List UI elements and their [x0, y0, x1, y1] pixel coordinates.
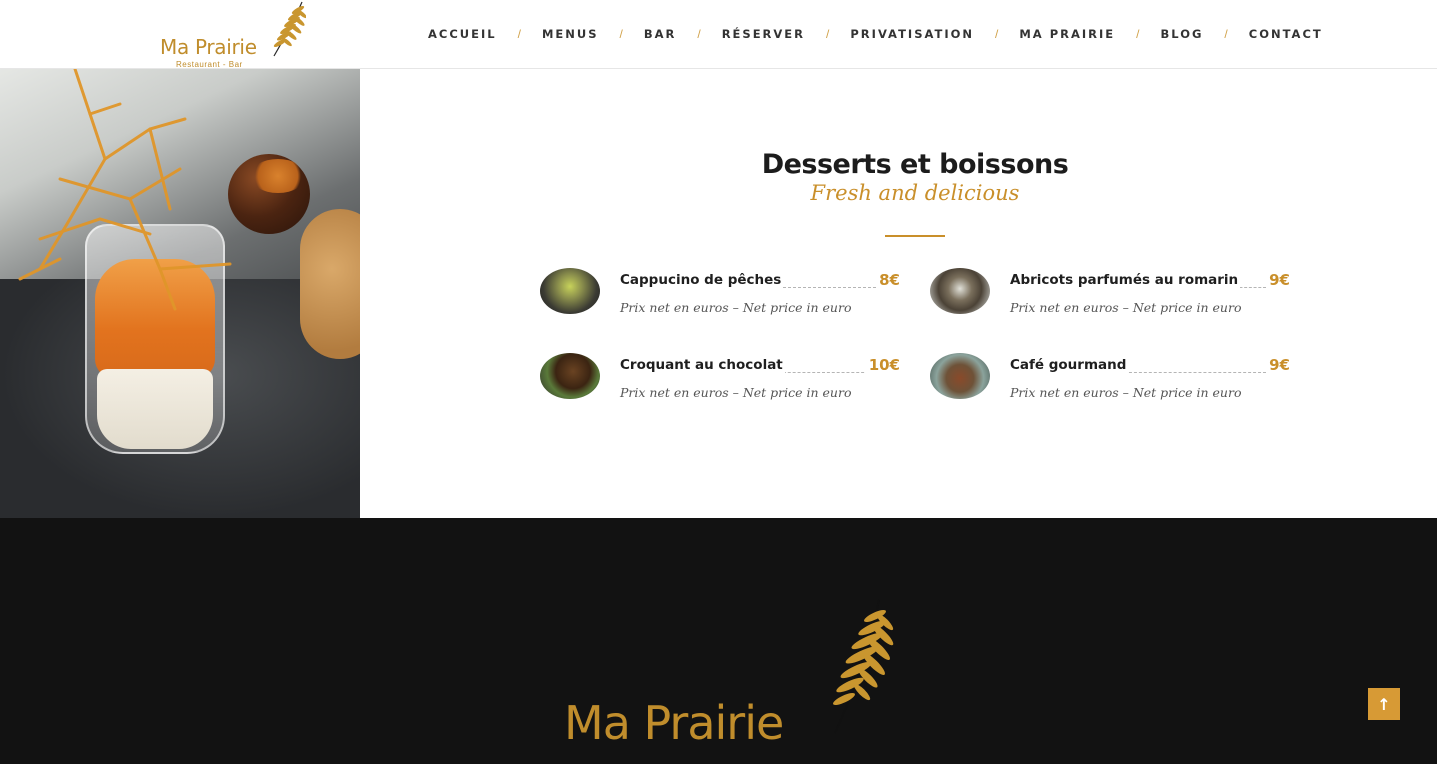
menu-item-name: Café gourmand: [1010, 357, 1129, 373]
menu-item-thumbnail: [540, 268, 600, 314]
nav-item-menus[interactable]: MENUS: [542, 27, 599, 41]
nav-item-blog[interactable]: BLOG: [1161, 27, 1204, 41]
nav-separator: /: [1136, 27, 1140, 41]
section-subtitle: Fresh and delicious: [810, 181, 1020, 205]
nav-item-reserver[interactable]: RÉSERVER: [722, 27, 805, 41]
nav-separator: /: [1224, 27, 1228, 41]
menu-item-description: Prix net en euros – Net price in euro: [1010, 300, 1242, 315]
menu-item-price: 10€: [865, 356, 900, 374]
sugar-work-decoration: [18, 69, 232, 311]
nav-separator: /: [619, 27, 623, 41]
section-title: Desserts et boissons: [761, 149, 1069, 180]
back-to-top-button[interactable]: ↑: [1368, 688, 1400, 720]
menu-item-thumbnail: [930, 353, 990, 399]
nav-separator: /: [826, 27, 830, 41]
menu-item-price: 9€: [1266, 271, 1290, 289]
site-header: Ma Prairie Restaurant - Bar ACCUEIL / ME…: [0, 0, 1437, 69]
site-logo[interactable]: Ma Prairie Restaurant - Bar: [158, 0, 308, 69]
menu-item-name: Croquant au chocolat: [620, 357, 785, 373]
nav-item-accueil[interactable]: ACCUEIL: [428, 27, 497, 41]
nav-item-contact[interactable]: CONTACT: [1249, 27, 1323, 41]
menu-item-description: Prix net en euros – Net price in euro: [1010, 385, 1242, 400]
logo-text: Ma Prairie: [160, 35, 257, 59]
menu-item-name: Abricots parfumés au romarin: [1010, 272, 1241, 288]
nav-item-ma-prairie[interactable]: MA PRAIRIE: [1019, 27, 1115, 41]
menu-item-price: 8€: [876, 271, 900, 289]
title-divider: [885, 235, 945, 237]
menu-item: Croquant au chocolat 10€ Prix net en eur…: [540, 353, 900, 407]
menu-item-description: Prix net en euros – Net price in euro: [620, 300, 852, 315]
menu-item-thumbnail: [540, 353, 600, 399]
nav-separator: /: [517, 27, 521, 41]
price-leader: [1124, 372, 1266, 373]
price-leader: [778, 372, 869, 373]
nav-separator: /: [995, 27, 999, 41]
nav-item-privatisation[interactable]: PRIVATISATION: [850, 27, 974, 41]
nav-separator: /: [697, 27, 701, 41]
nav-item-bar[interactable]: BAR: [644, 27, 677, 41]
fern-leaf-icon: [833, 599, 894, 734]
logo-subtitle: Restaurant - Bar: [176, 60, 243, 69]
footer-logo[interactable]: Ma Prairie: [562, 598, 907, 764]
menu-item: Cappucino de pêches 8€ Prix net en euros…: [540, 268, 900, 322]
menu-item-thumbnail: [930, 268, 990, 314]
dessert-photo: [0, 69, 360, 518]
menu-item: Abricots parfumés au romarin 9€ Prix net…: [930, 268, 1290, 322]
footer-logo-text: Ma Prairie: [564, 696, 784, 750]
arrow-up-icon: ↑: [1377, 694, 1391, 714]
site-footer: Ma Prairie: [0, 518, 1437, 764]
main-nav: ACCUEIL / MENUS / BAR / RÉSERVER / PRIVA…: [428, 26, 1323, 42]
fern-leaf-icon: [273, 1, 306, 57]
menu-item: Café gourmand 9€ Prix net en euros – Net…: [930, 353, 1290, 407]
menu-item-name: Cappucino de pêches: [620, 272, 784, 288]
menu-item-price: 9€: [1266, 356, 1290, 374]
menu-item-description: Prix net en euros – Net price in euro: [620, 385, 852, 400]
price-leader: [778, 287, 876, 288]
